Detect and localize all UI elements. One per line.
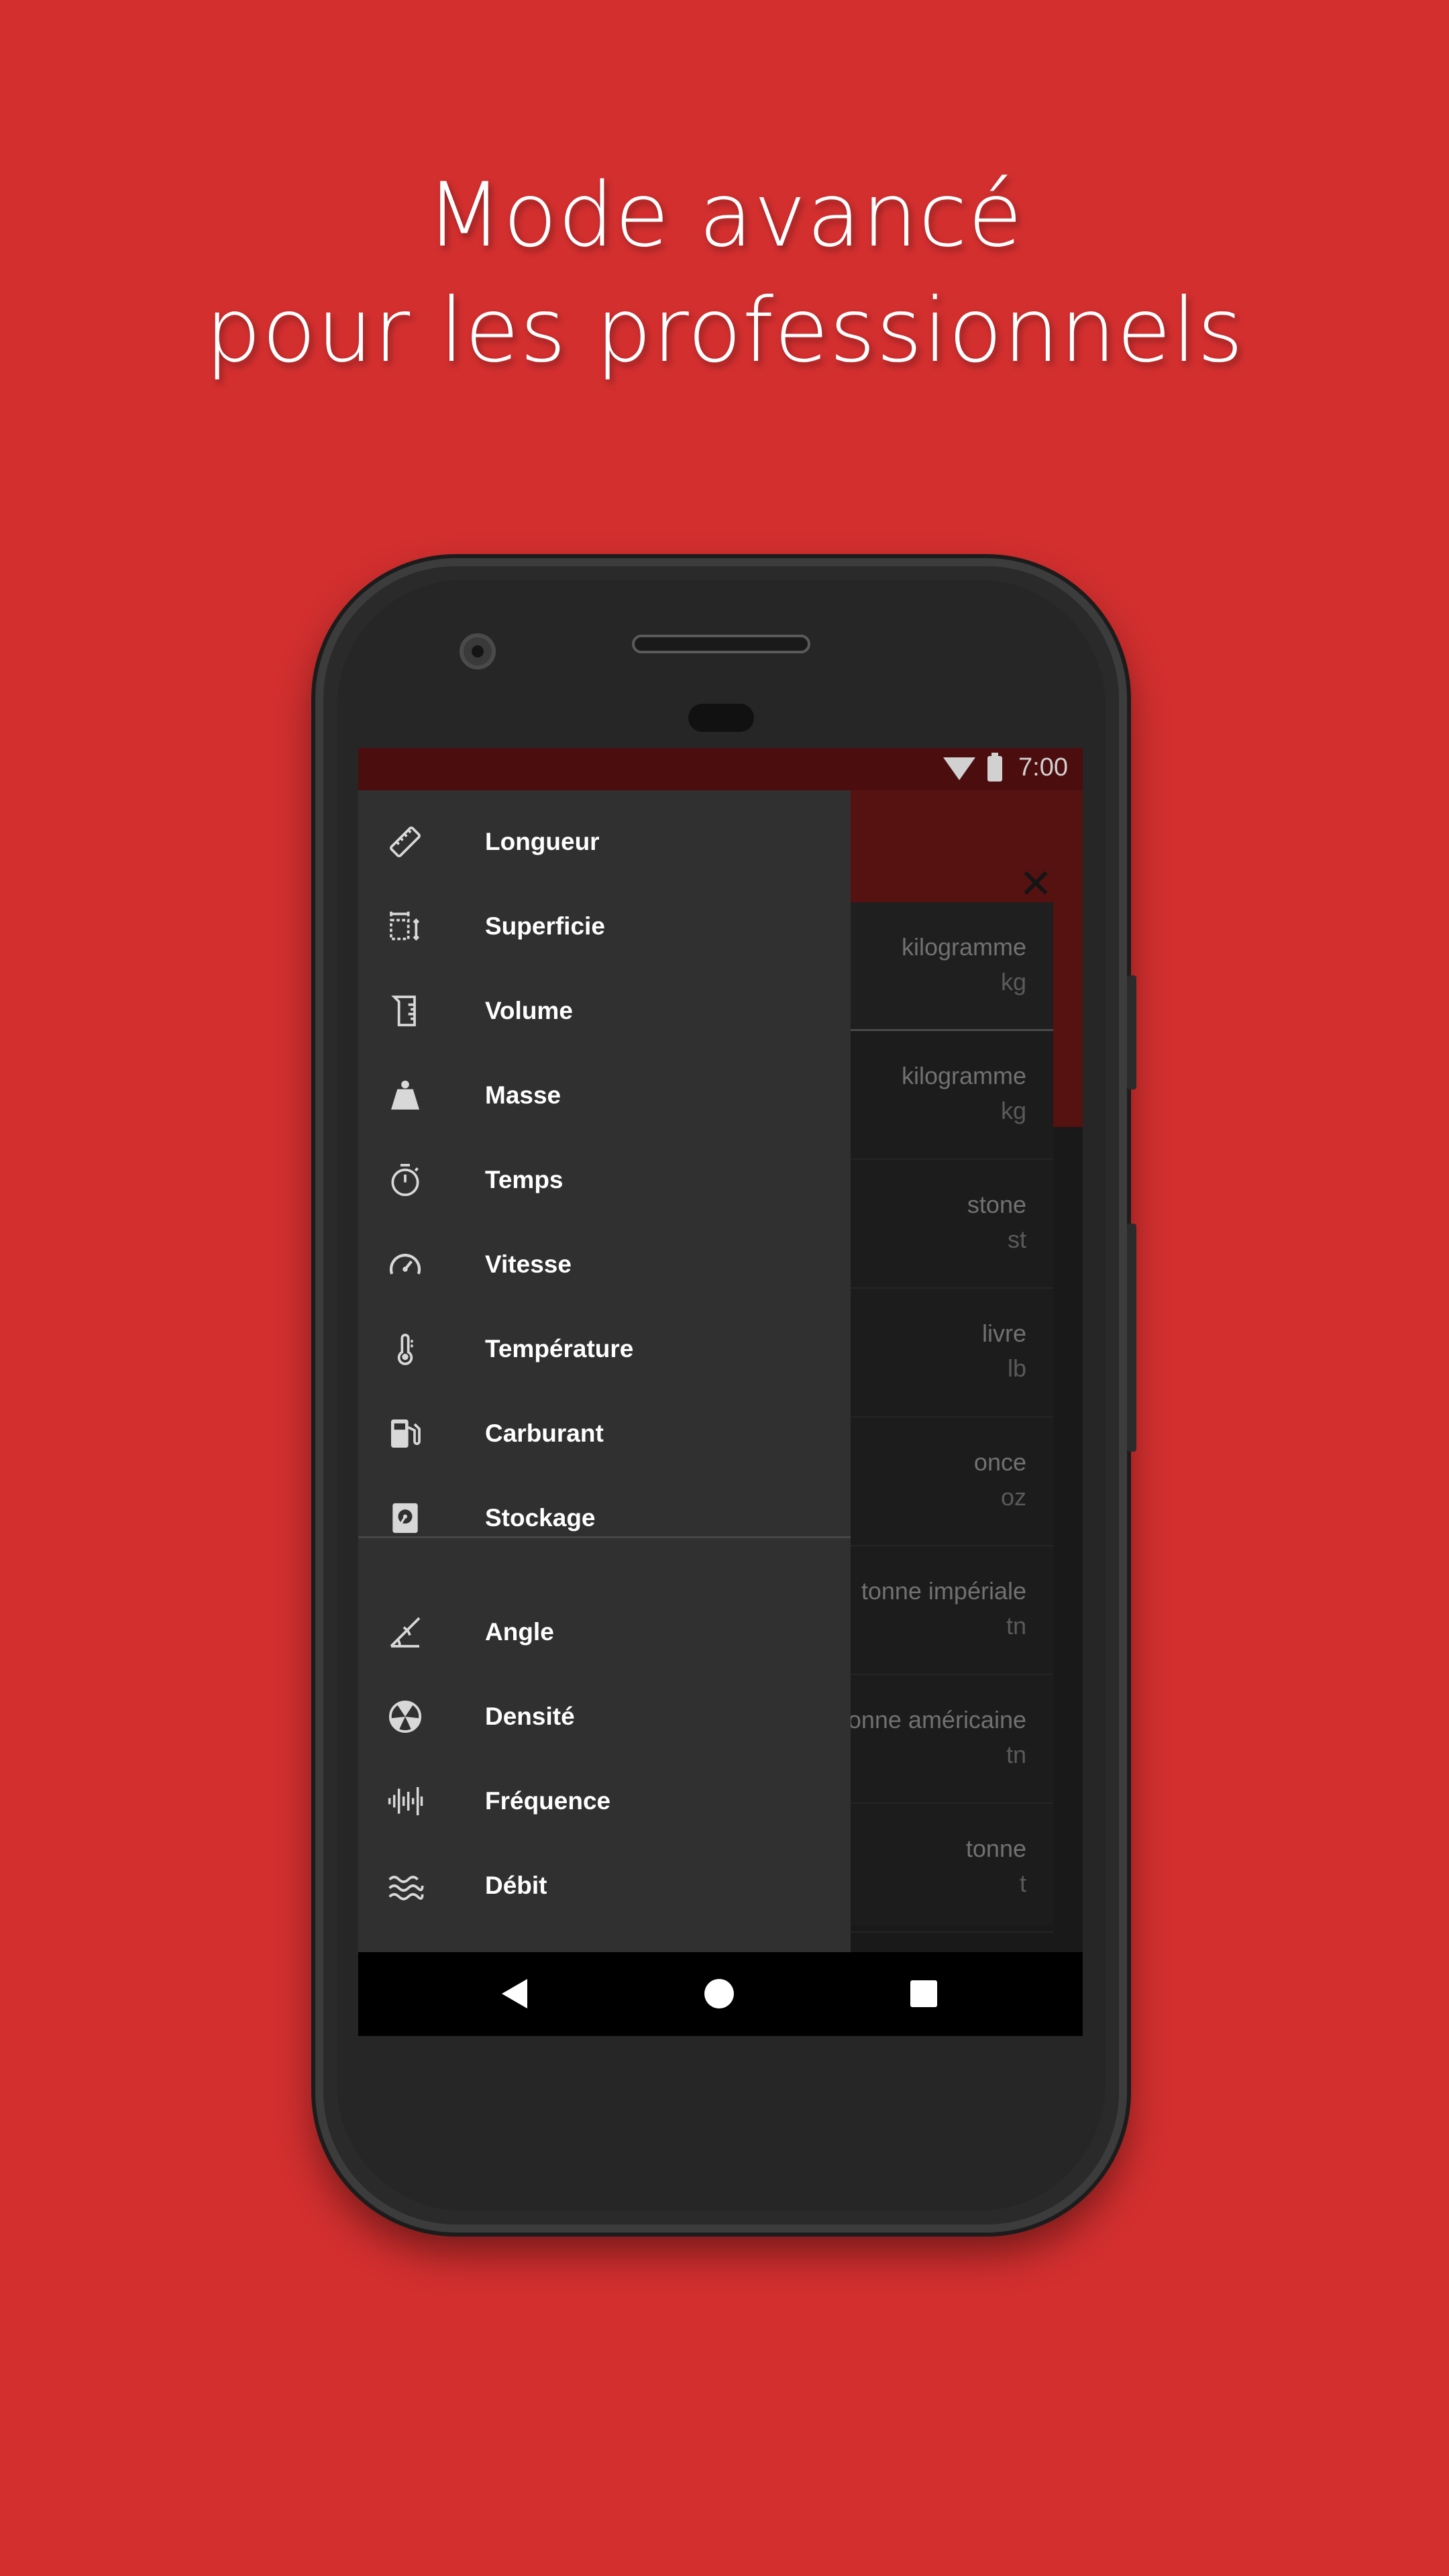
- headline-line-1: Mode avancé: [426, 164, 1023, 267]
- stopwatch-icon: [391, 1163, 419, 1197]
- home-icon[interactable]: [704, 1979, 734, 2008]
- drawer-item-label: Angle: [485, 1618, 554, 1646]
- back-icon[interactable]: [502, 1979, 527, 2008]
- drawer-item-temps[interactable]: Temps: [358, 1138, 851, 1222]
- drawer-item-label: Température: [485, 1335, 634, 1362]
- drawer-item-label: Débit: [485, 1872, 547, 1899]
- volume-button: [1127, 975, 1136, 1089]
- drawer-item-volume[interactable]: Volume: [358, 969, 851, 1053]
- drawer-item-label: Vitesse: [485, 1250, 572, 1278]
- speedometer-icon: [389, 1254, 421, 1275]
- angle-icon: [390, 1617, 421, 1648]
- proximity-sensor: [688, 704, 754, 732]
- drawer-item-label: Superficie: [485, 912, 605, 940]
- drawer-item-label: Densité: [485, 1703, 575, 1730]
- flow-icon: [388, 1876, 424, 1900]
- recents-icon[interactable]: [910, 1980, 937, 2007]
- power-button: [1127, 1224, 1136, 1452]
- headline: Mode avancé pour les professionnels: [0, 158, 1449, 388]
- drawer-item-longueur[interactable]: Longueur: [358, 800, 851, 884]
- drawer-item-stockage[interactable]: Stockage: [358, 1476, 851, 1560]
- drawer-item-label: Temps: [485, 1166, 564, 1193]
- drawer-item-angle[interactable]: Angle: [358, 1590, 851, 1674]
- drawer-item-frequence[interactable]: Fréquence: [358, 1759, 851, 1843]
- navigation-bar: [358, 1952, 1083, 2036]
- phone-screen: 7:00 ✕ kilogramme kg kilogramme kg stone…: [358, 748, 1083, 2036]
- drawer-item-label: Longueur: [485, 828, 600, 855]
- beaker-icon: [391, 996, 416, 1026]
- density-icon: [388, 1700, 422, 1733]
- navigation-drawer: Longueur Superficie Volume Masse Temps V…: [358, 790, 851, 1952]
- front-camera: [460, 633, 496, 669]
- drawer-item-label: Carburant: [485, 1419, 604, 1447]
- drawer-item-vitesse[interactable]: Vitesse: [358, 1222, 851, 1307]
- drawer-item-carburant[interactable]: Carburant: [358, 1391, 851, 1476]
- drawer-item-debit[interactable]: Débit: [358, 1843, 851, 1928]
- drawer-item-superficie[interactable]: Superficie: [358, 884, 851, 969]
- drawer-item-densite[interactable]: Densité: [358, 1674, 851, 1759]
- earpiece-speaker: [632, 635, 810, 653]
- weight-icon: [391, 1080, 419, 1110]
- drawer-divider: [358, 1536, 851, 1538]
- harddisk-icon: [392, 1503, 418, 1534]
- drawer-item-masse[interactable]: Masse: [358, 1053, 851, 1138]
- drawer-item-label: Masse: [485, 1081, 561, 1109]
- fuel-icon: [391, 1419, 421, 1448]
- drawer-item-label: Fréquence: [485, 1787, 611, 1815]
- frequency-icon: [388, 1787, 423, 1815]
- drawer-item-label: Volume: [485, 997, 573, 1024]
- area-icon: [390, 911, 420, 941]
- thermometer-icon: [397, 1334, 413, 1365]
- ruler-icon: [390, 826, 421, 857]
- drawer-item-label: Stockage: [485, 1504, 596, 1532]
- headline-line-2: pour les professionnels: [205, 279, 1244, 382]
- drawer-item-temperature[interactable]: Température: [358, 1307, 851, 1391]
